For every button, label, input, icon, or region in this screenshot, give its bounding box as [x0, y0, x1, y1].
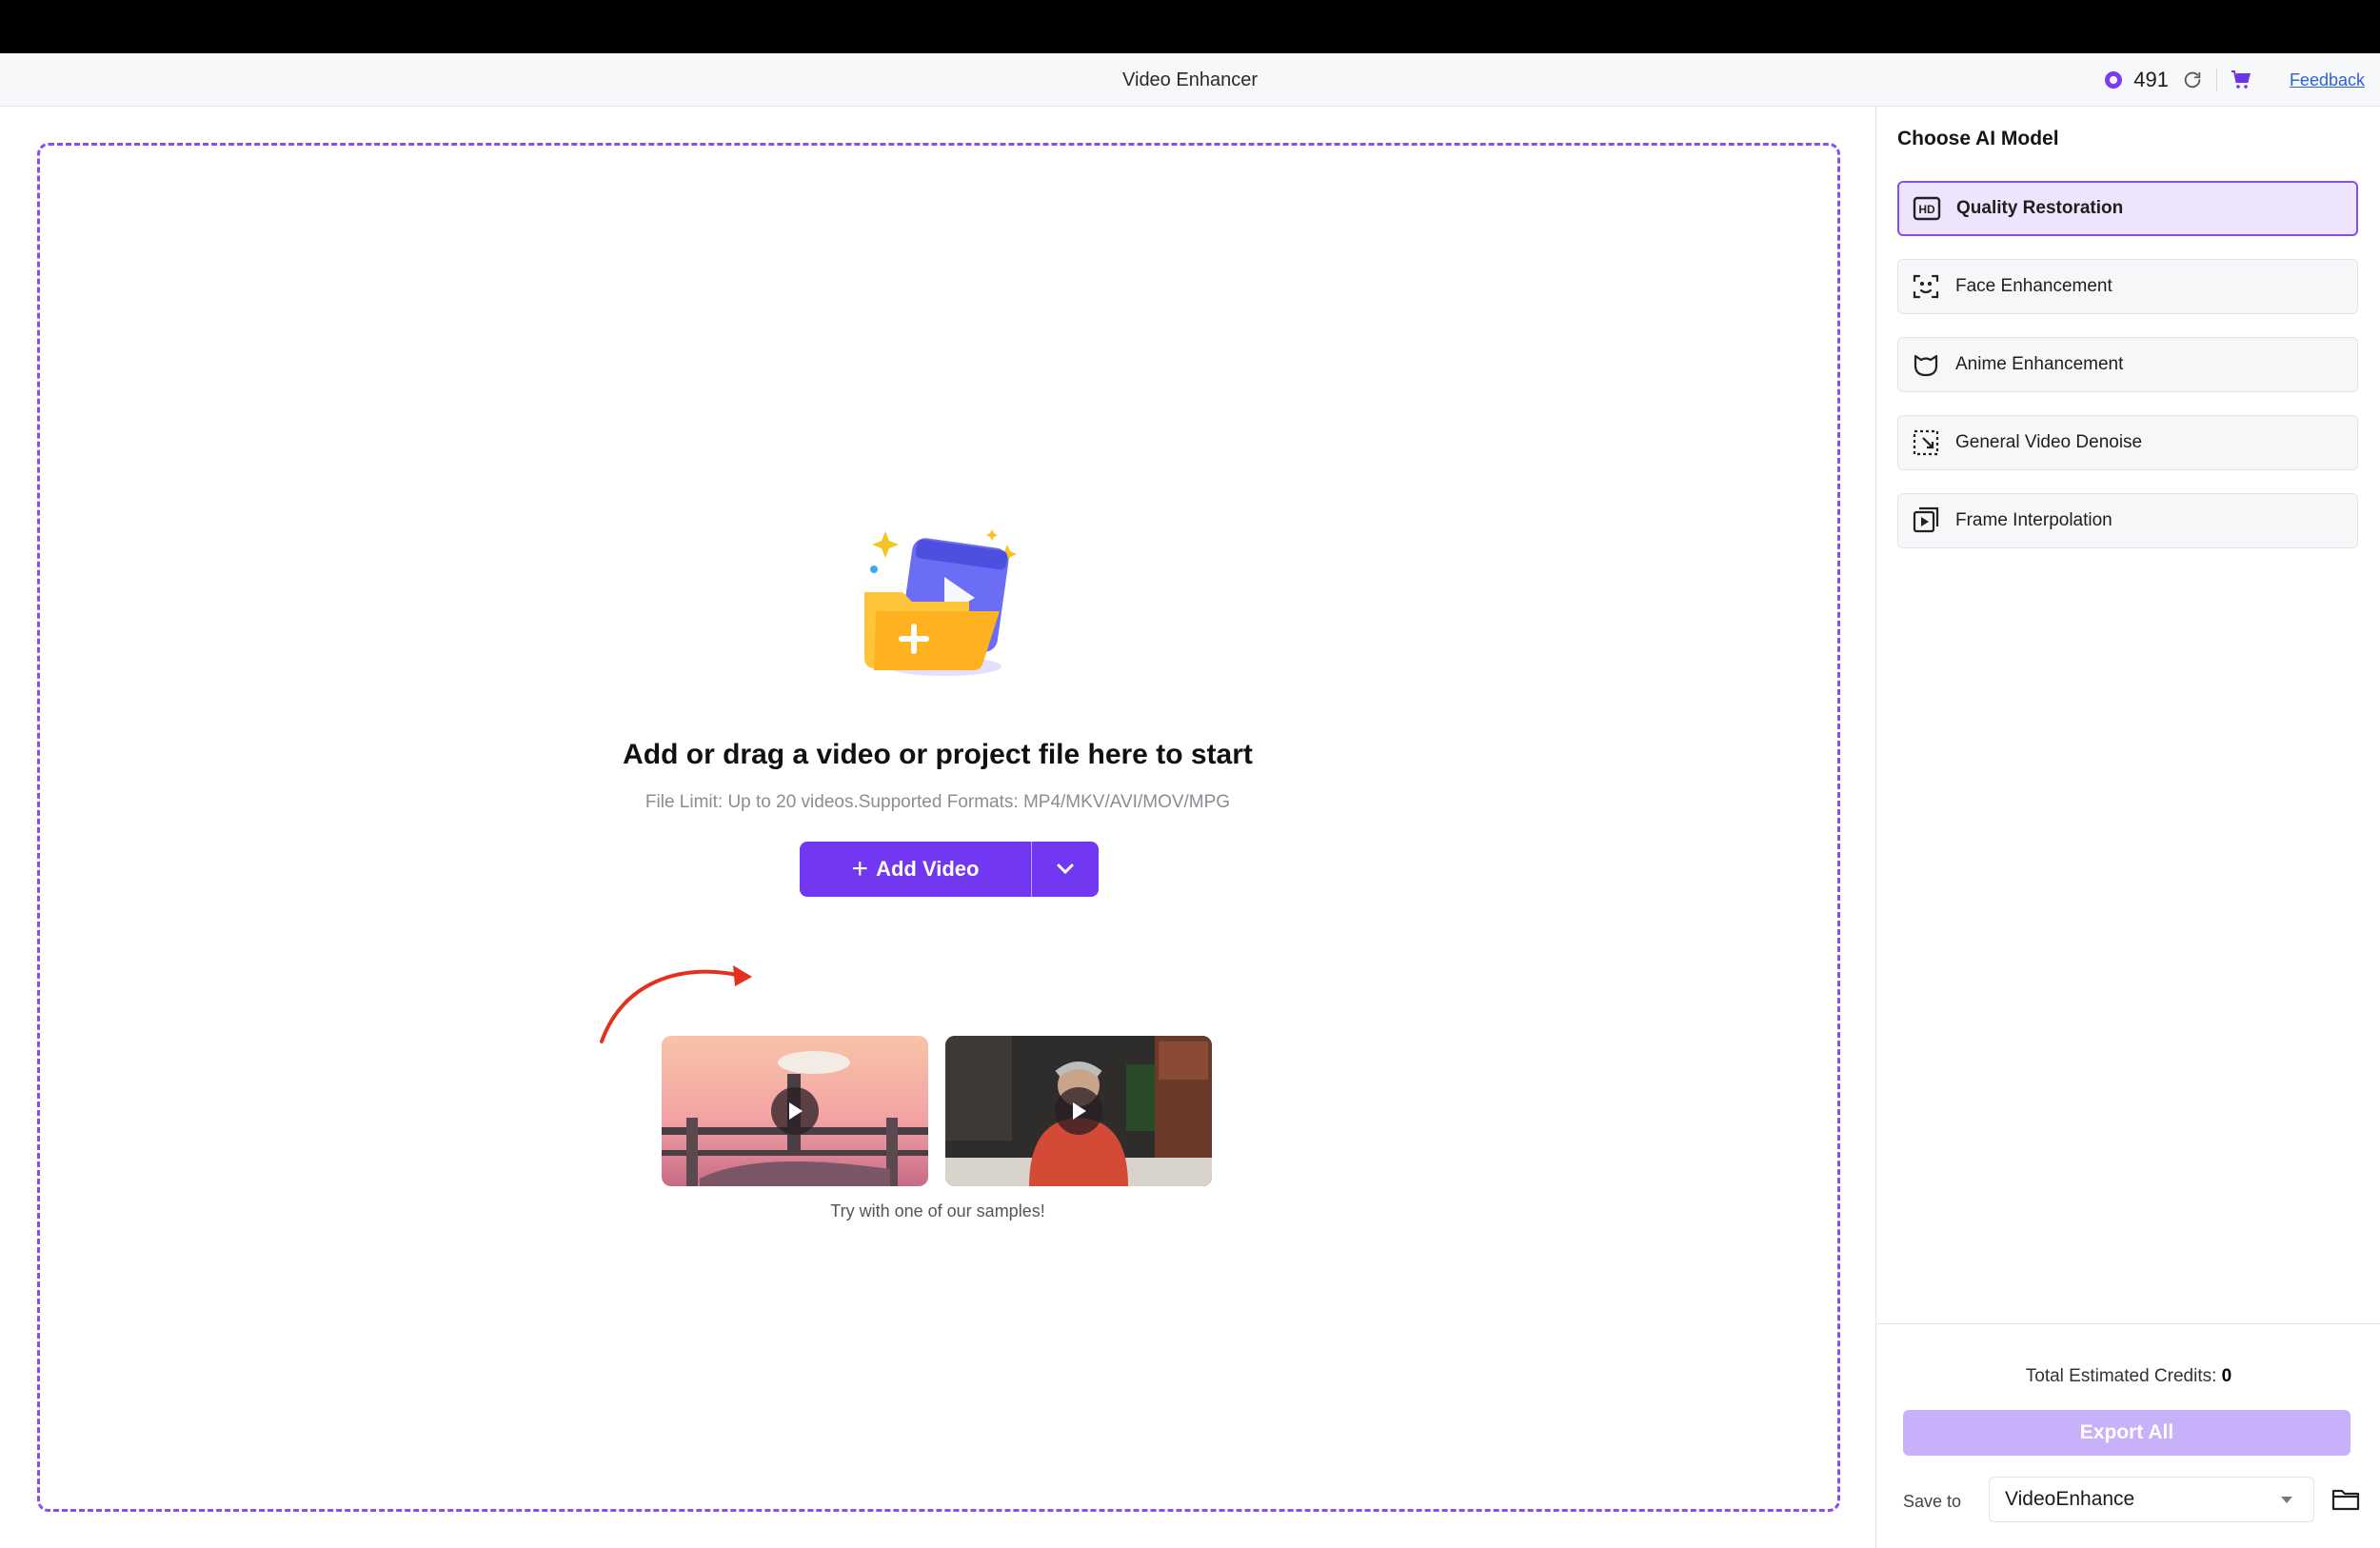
model-list: HD Quality Restoration Face Enhancement	[1897, 181, 2358, 571]
cart-icon[interactable]	[2229, 68, 2253, 92]
panel-title: Choose AI Model	[1897, 128, 2059, 149]
add-video-button[interactable]: + Add Video	[800, 842, 1032, 897]
app-title: Video Enhancer	[1122, 69, 1258, 90]
video-dropzone[interactable]	[37, 143, 1840, 1512]
model-label: Frame Interpolation	[1955, 510, 2112, 530]
add-video-dropdown[interactable]	[1032, 842, 1099, 897]
system-top-bar	[0, 0, 2380, 53]
play-icon	[1055, 1087, 1102, 1135]
play-icon	[771, 1087, 819, 1135]
credit-count: 491	[2133, 68, 2169, 91]
denoise-icon	[1910, 427, 1942, 459]
svg-text:HD: HD	[1918, 203, 1935, 216]
add-video-label: Add Video	[876, 857, 980, 881]
frame-interpolation-icon	[1910, 505, 1942, 537]
export-footer: Total Estimated Credits: 0 Export All Sa…	[1876, 1323, 2380, 1548]
open-folder-icon[interactable]	[2330, 1484, 2362, 1515]
plus-icon: +	[851, 853, 869, 884]
dropzone-file-limit: File Limit: Up to 20 videos.Supported Fo…	[645, 792, 1231, 812]
title-bar-actions: 491 Feedback	[2105, 53, 2365, 107]
model-general-video-denoise[interactable]: General Video Denoise	[1897, 415, 2358, 470]
save-location-value: VideoEnhance	[2005, 1488, 2135, 1510]
workspace: Add or drag a video or project file here…	[0, 107, 1875, 1548]
model-label: General Video Denoise	[1955, 432, 2143, 452]
model-face-enhancement[interactable]: Face Enhancement	[1897, 259, 2358, 314]
dropzone-heading: Add or drag a video or project file here…	[623, 739, 1253, 770]
sample-videos	[662, 1036, 1212, 1186]
model-label: Face Enhancement	[1955, 276, 2112, 296]
title-bar: Video Enhancer 491 Feedback	[0, 53, 2380, 107]
credit-coin-icon	[2105, 71, 2123, 89]
face-scan-icon	[1910, 270, 1942, 303]
sample-video-anime[interactable]	[662, 1036, 928, 1186]
model-anime-enhancement[interactable]: Anime Enhancement	[1897, 337, 2358, 392]
feedback-link[interactable]: Feedback	[2290, 70, 2365, 90]
model-label: Anime Enhancement	[1955, 354, 2124, 374]
hd-icon: HD	[1911, 192, 1943, 225]
credits-value: 0	[2221, 1366, 2232, 1386]
add-folder-illustration	[864, 529, 1017, 676]
title-divider	[2215, 69, 2217, 91]
total-estimated-credits: Total Estimated Credits: 0	[2025, 1366, 2232, 1386]
chevron-down-icon	[1057, 863, 1074, 875]
model-label: Quality Restoration	[1956, 198, 2124, 218]
model-frame-interpolation[interactable]: Frame Interpolation	[1897, 493, 2358, 548]
save-to-label: Save to	[1903, 1492, 1962, 1511]
sample-video-portrait[interactable]	[945, 1036, 1212, 1186]
save-location-select[interactable]: VideoEnhance	[1989, 1477, 2314, 1522]
add-video-split-button: + Add Video	[800, 842, 1099, 897]
hint-arrow-icon	[600, 965, 752, 1043]
model-quality-restoration[interactable]: HD Quality Restoration	[1897, 181, 2358, 236]
ai-model-panel: Choose AI Model HD Quality Restoration F…	[1875, 107, 2380, 1548]
anime-icon	[1910, 348, 1942, 381]
samples-caption: Try with one of our samples!	[830, 1201, 1045, 1221]
export-all-button[interactable]: Export All	[1903, 1410, 2350, 1456]
refresh-icon[interactable]	[2180, 68, 2205, 92]
caret-down-icon	[2281, 1497, 2292, 1503]
